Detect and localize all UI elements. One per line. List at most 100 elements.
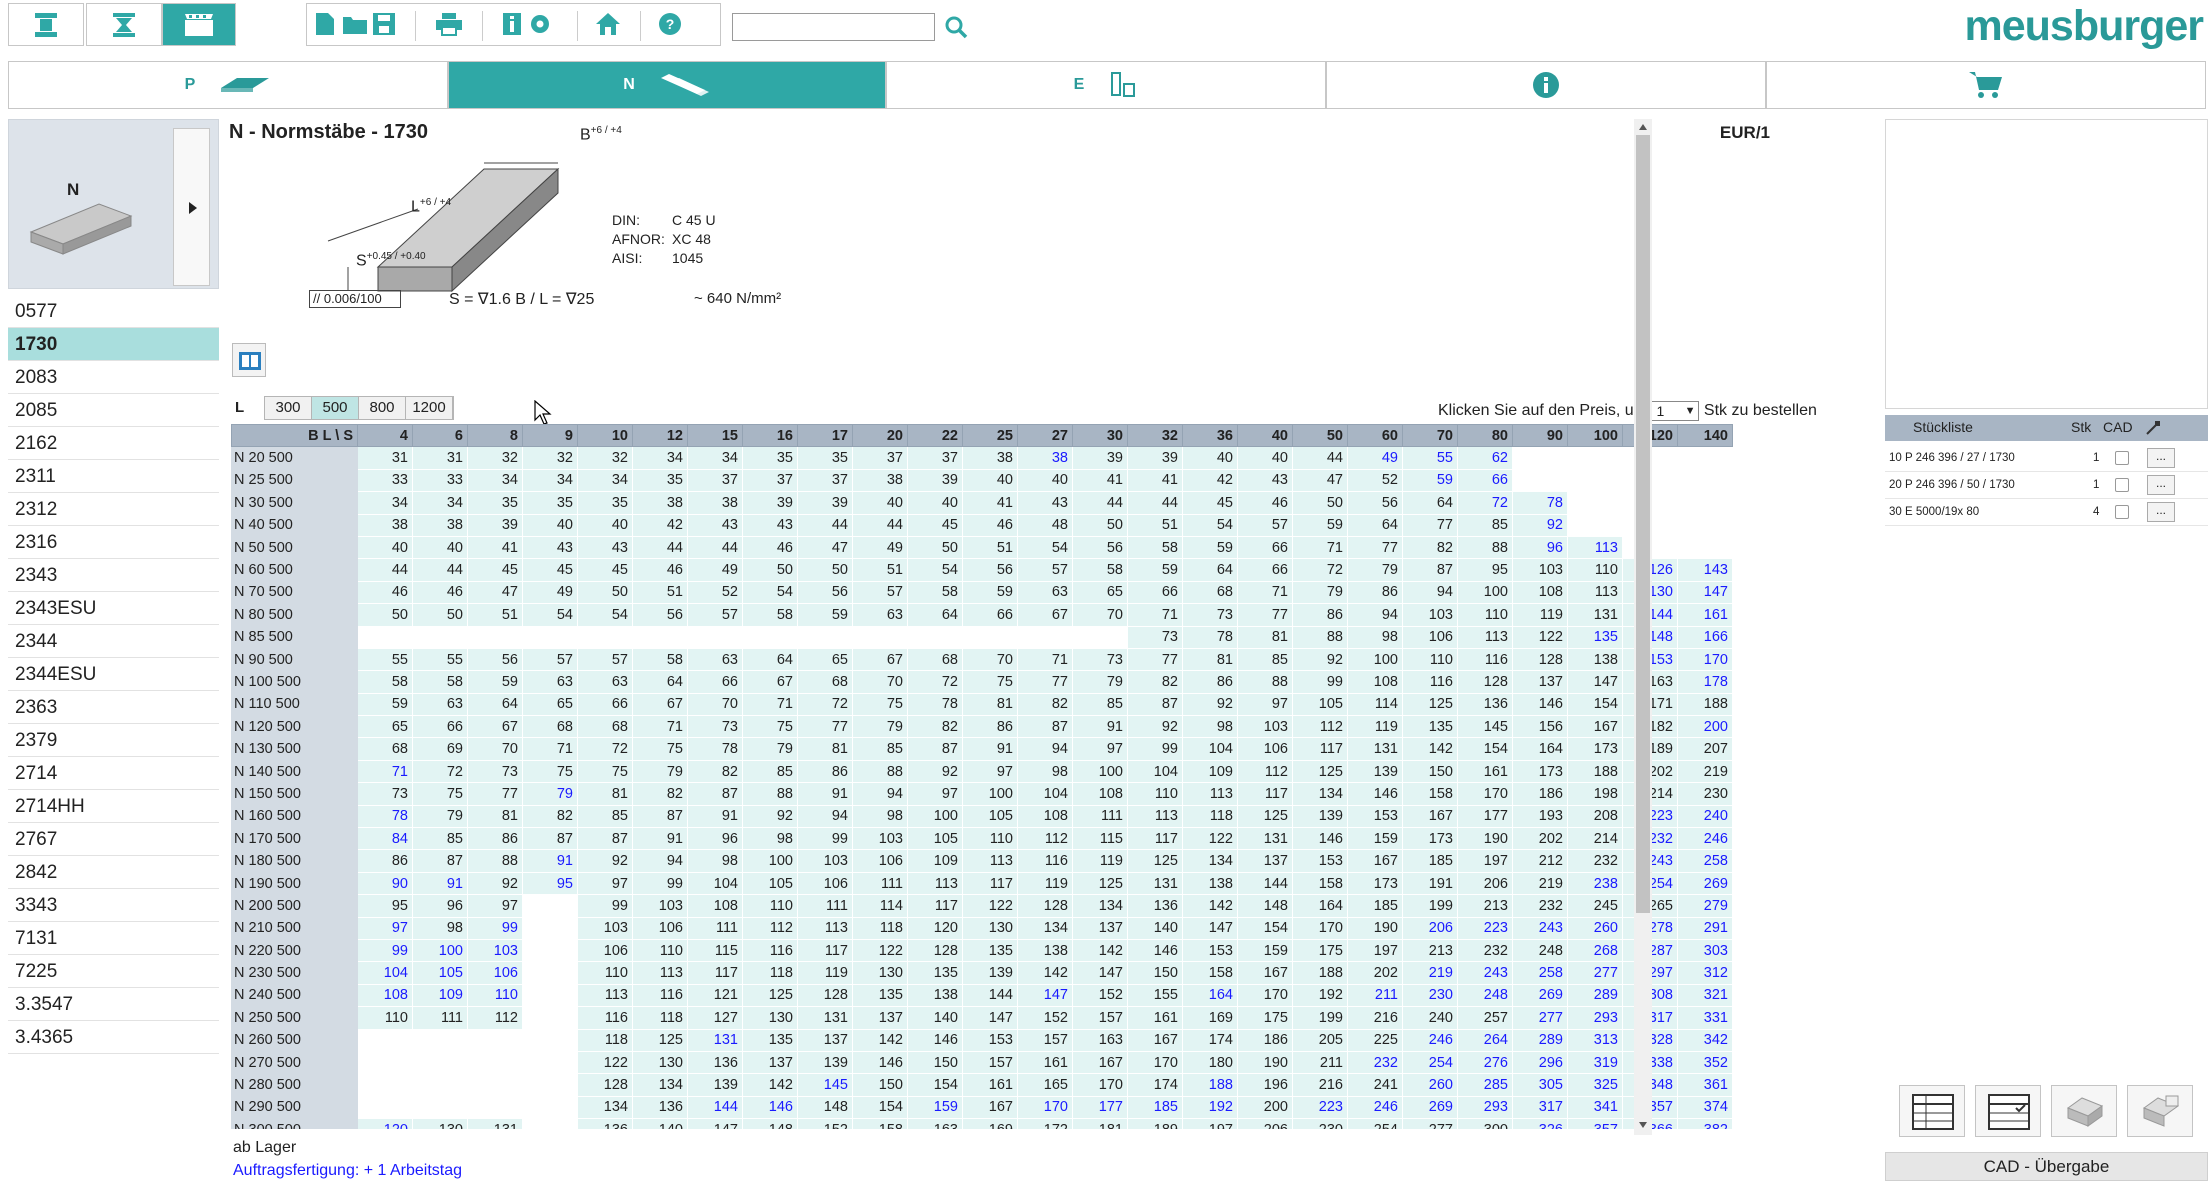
price-cell[interactable]: 111: [1072, 804, 1128, 829]
price-cell[interactable]: 106: [797, 871, 853, 896]
price-cell[interactable]: 70: [962, 647, 1018, 672]
price-cell[interactable]: 276: [1457, 1050, 1513, 1075]
price-cell[interactable]: 117: [1292, 737, 1348, 761]
price-cell[interactable]: 258: [1677, 849, 1733, 873]
price-cell[interactable]: 66: [1457, 468, 1513, 493]
price-cell[interactable]: 243: [1457, 961, 1513, 985]
price-cell[interactable]: 87: [907, 737, 963, 761]
price-cell[interactable]: 59: [1127, 558, 1183, 582]
price-cell[interactable]: 73: [357, 782, 413, 806]
help-button[interactable]: ?: [658, 12, 682, 41]
price-cell[interactable]: 116: [632, 983, 688, 1008]
price-cell[interactable]: 79: [412, 804, 468, 829]
price-cell[interactable]: 46: [632, 558, 688, 582]
price-cell[interactable]: 47: [467, 580, 523, 605]
price-cell[interactable]: 71: [632, 715, 688, 739]
price-cell[interactable]: 82: [632, 782, 688, 806]
price-cell[interactable]: 145: [797, 1073, 853, 1097]
price-cell[interactable]: 91: [962, 737, 1018, 761]
price-cell[interactable]: 79: [1347, 558, 1403, 582]
price-cell[interactable]: 130: [632, 1050, 688, 1075]
price-cell[interactable]: 68: [1182, 580, 1238, 605]
price-cell[interactable]: 112: [742, 916, 798, 940]
price-cell[interactable]: 103: [797, 849, 853, 873]
price-cell[interactable]: 202: [1512, 827, 1568, 851]
price-cell[interactable]: 185: [1347, 894, 1403, 918]
price-cell[interactable]: 38: [357, 513, 413, 537]
price-cell[interactable]: 136: [577, 1118, 633, 1129]
price-cell[interactable]: 128: [1512, 647, 1568, 672]
price-cell[interactable]: 158: [1292, 871, 1348, 896]
price-cell[interactable]: 35: [467, 491, 523, 515]
price-cell[interactable]: 122: [852, 938, 908, 963]
price-cell[interactable]: 181: [1072, 1118, 1128, 1129]
price-cell[interactable]: 58: [742, 603, 798, 627]
price-cell[interactable]: 148: [1237, 894, 1293, 918]
price-cell[interactable]: 72: [1292, 558, 1348, 582]
price-cell[interactable]: 72: [1457, 491, 1513, 515]
price-cell[interactable]: 92: [467, 871, 523, 896]
price-cell[interactable]: 41: [467, 535, 523, 560]
price-cell[interactable]: 191: [1402, 871, 1458, 896]
price-cell[interactable]: 258: [1512, 961, 1568, 985]
preview-expand-button[interactable]: [173, 128, 210, 286]
tab-info[interactable]: [1326, 61, 1766, 109]
price-cell[interactable]: 147: [687, 1118, 743, 1129]
price-cell[interactable]: 39: [742, 491, 798, 515]
price-cell[interactable]: 31: [412, 446, 468, 470]
price-cell[interactable]: 51: [1127, 513, 1183, 537]
price-cell[interactable]: 153: [1292, 849, 1348, 873]
price-cell[interactable]: 113: [632, 961, 688, 985]
length-option-300[interactable]: 300: [265, 397, 312, 419]
price-cell[interactable]: 321: [1677, 983, 1733, 1008]
price-cell[interactable]: 200: [1677, 715, 1733, 739]
price-cell[interactable]: 66: [687, 670, 743, 694]
price-cell[interactable]: 66: [962, 603, 1018, 627]
price-cell[interactable]: 40: [1182, 446, 1238, 470]
tab-elements[interactable]: E: [886, 61, 1326, 109]
price-cell[interactable]: 144: [1237, 871, 1293, 896]
price-cell[interactable]: 85: [1237, 647, 1293, 672]
price-cell[interactable]: 34: [577, 468, 633, 493]
price-cell[interactable]: 157: [1017, 1028, 1073, 1052]
price-cell[interactable]: 87: [522, 827, 578, 851]
material-code-item[interactable]: 2343ESU: [8, 592, 219, 625]
price-cell[interactable]: 248: [1512, 938, 1568, 963]
price-cell[interactable]: 88: [1292, 625, 1348, 649]
price-cell[interactable]: 178: [1677, 670, 1733, 694]
price-cell[interactable]: 56: [467, 647, 523, 672]
price-cell[interactable]: 170: [1677, 647, 1733, 672]
open-folder-button[interactable]: [342, 12, 368, 41]
price-cell[interactable]: 122: [962, 894, 1018, 918]
price-cell[interactable]: 68: [797, 670, 853, 694]
price-cell[interactable]: 108: [1512, 580, 1568, 605]
price-cell[interactable]: 41: [962, 491, 1018, 515]
price-cell[interactable]: 232: [1457, 938, 1513, 963]
price-cell[interactable]: 139: [797, 1050, 853, 1075]
price-cell[interactable]: 88: [742, 782, 798, 806]
price-cell[interactable]: 131: [797, 1006, 853, 1030]
price-cell[interactable]: 140: [907, 1006, 963, 1030]
price-cell[interactable]: 232: [1567, 849, 1623, 873]
price-cell[interactable]: 100: [1457, 580, 1513, 605]
price-cell[interactable]: 188: [1677, 692, 1733, 717]
material-code-item[interactable]: 2379: [8, 724, 219, 757]
price-cell[interactable]: 277: [1512, 1006, 1568, 1030]
price-cell[interactable]: 69: [412, 737, 468, 761]
price-cell[interactable]: 167: [1402, 804, 1458, 829]
price-cell[interactable]: 212: [1512, 849, 1568, 873]
catalog-button[interactable]: [232, 343, 266, 377]
price-cell[interactable]: 55: [1402, 446, 1458, 470]
search-button[interactable]: [944, 15, 968, 44]
price-cell[interactable]: 146: [852, 1050, 908, 1075]
bom-row[interactable]: 30 E 5000/19x 80 4...: [1885, 499, 2208, 526]
price-cell[interactable]: 47: [797, 535, 853, 560]
price-cell[interactable]: 112: [1292, 715, 1348, 739]
price-cell[interactable]: 75: [412, 782, 468, 806]
price-cell[interactable]: 382: [1677, 1118, 1733, 1129]
price-cell[interactable]: 223: [1292, 1095, 1348, 1120]
price-cell[interactable]: 119: [797, 961, 853, 985]
price-cell[interactable]: 94: [1017, 737, 1073, 761]
material-code-item[interactable]: 2085: [8, 394, 219, 427]
price-cell[interactable]: 136: [1457, 692, 1513, 717]
